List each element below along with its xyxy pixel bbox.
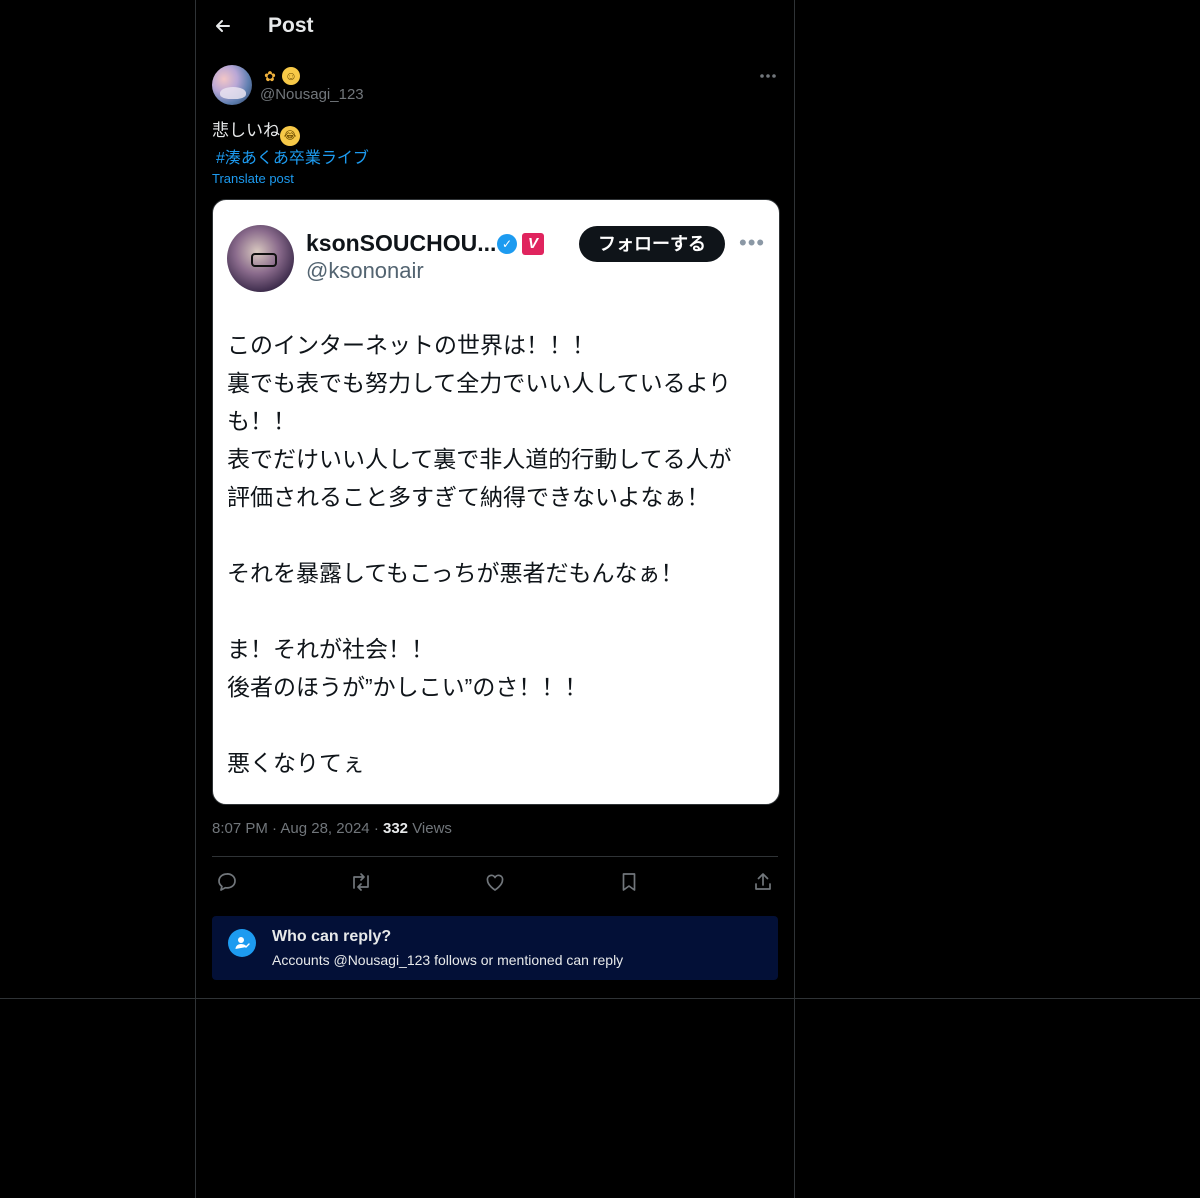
laughing-emoji-icon: 😂 — [280, 126, 300, 146]
embedded-text-line: このインターネットの世界は！！！ — [227, 332, 595, 358]
face-emoji-icon: ☺ — [282, 66, 300, 85]
post-text-body: 悲しいね — [212, 121, 280, 140]
author-display-name[interactable]: ✿ ☺ — [260, 66, 302, 86]
embedded-text-line: 評価されること多すぎて納得できないよなぁ！ — [227, 484, 710, 510]
bookmark-icon — [622, 873, 636, 891]
page-title: Post — [268, 14, 314, 37]
user-check-icon — [228, 929, 256, 957]
embedded-follow-button: フォローする — [579, 226, 725, 262]
embedded-display-name: ksonSOUCHOU... — [306, 230, 497, 256]
hashtag-link[interactable]: #湊あくあ卒業ライブ — [216, 144, 369, 168]
post-column: Post ✿ ☺ @Nousagi_123 悲しいね 😂 #湊あくあ卒業ライブ Tr… — [196, 0, 794, 998]
author-handle[interactable]: @Nousagi_123 — [260, 86, 364, 103]
share-button[interactable] — [750, 869, 776, 895]
embedded-text-line: も！！ — [227, 408, 296, 434]
more-icon — [760, 74, 776, 78]
like-button[interactable] — [482, 869, 508, 895]
translate-post-link[interactable]: Translate post — [212, 171, 294, 186]
header: Post — [196, 0, 794, 54]
post-meta: 8:07 PM · Aug 28, 2024 · 332 Views — [212, 820, 452, 837]
embedded-more-icon: ••• — [739, 230, 766, 255]
embedded-text-line: 後者のほうが”かしこい”のさ！！！ — [227, 674, 588, 700]
meta-divider — [212, 856, 778, 857]
repost-button[interactable] — [348, 869, 374, 895]
post-date[interactable]: Aug 28, 2024 — [280, 820, 369, 837]
views-label: Views — [412, 820, 452, 837]
embedded-text-line: 裏でも表でも努力して全力でいい人しているより — [227, 370, 732, 396]
page: Post ✿ ☺ @Nousagi_123 悲しいね 😂 #湊あくあ卒業ライブ Tr… — [0, 0, 1200, 1198]
reply-button[interactable] — [214, 869, 240, 895]
bookmark-button[interactable] — [616, 869, 642, 895]
post-text: 悲しいね 😂 — [212, 120, 300, 146]
v-badge-icon: V — [522, 233, 544, 255]
reply-icon — [218, 873, 236, 891]
embedded-text: このインターネットの世界は！！！ 裏でも表でも努力して全力でいい人しているより … — [227, 326, 767, 782]
embedded-handle: @ksononair — [306, 258, 424, 283]
embedded-text-line: それを暴露してもこっちが悪者だもんなぁ！ — [227, 560, 684, 586]
post-time[interactable]: 8:07 PM — [212, 820, 268, 837]
who-can-reply-subtitle: Accounts @Nousagi_123 follows or mention… — [272, 952, 624, 968]
views-count: 332 — [382, 820, 409, 837]
post-image[interactable]: ksonSOUCHOU... ✓ V @ksononair フォローする •••… — [212, 199, 780, 805]
embedded-text-line: 表でだけいい人して裏で非人道的行動してる人が — [227, 446, 732, 472]
arrow-left-icon — [216, 20, 230, 32]
share-icon — [755, 873, 771, 890]
embedded-text-line — [227, 706, 767, 744]
back-button[interactable] — [208, 11, 238, 41]
heart-icon — [486, 874, 504, 891]
repost-icon — [353, 873, 369, 891]
embedded-text-line — [227, 592, 767, 630]
embedded-text-line: 悪くなりてぇ — [227, 750, 365, 776]
embedded-text-line — [227, 516, 767, 554]
section-divider — [0, 998, 1200, 999]
who-can-reply-title: Who can reply? — [272, 928, 392, 945]
embedded-text-line: ま！それが社会！！ — [227, 636, 434, 662]
embedded-avatar — [227, 225, 294, 292]
meta-separator: · — [373, 820, 379, 837]
who-can-reply-banner: Who can reply? Accounts @Nousagi_123 fol… — [212, 916, 778, 980]
author-avatar[interactable] — [212, 65, 252, 105]
user-icon — [235, 937, 250, 949]
verified-badge-icon: ✓ — [497, 234, 517, 254]
meta-separator: · — [272, 820, 278, 837]
more-options-button[interactable] — [756, 64, 780, 88]
people-emoji-icon: ✿ — [264, 67, 276, 84]
column-border-right — [794, 0, 795, 1198]
